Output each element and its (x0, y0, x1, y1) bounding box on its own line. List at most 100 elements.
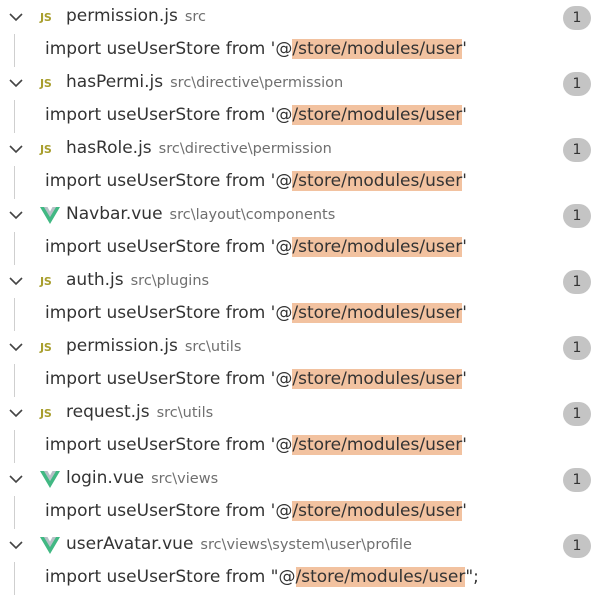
match-text: import useUserStore from '@/store/module… (45, 105, 467, 125)
file-name: permission.js src (66, 6, 206, 26)
file-result-row[interactable]: JS permission.js src 1 (0, 1, 612, 34)
match-line[interactable]: import useUserStore from '@/store/module… (0, 298, 612, 331)
match-text: import useUserStore from '@/store/module… (45, 501, 467, 521)
match-line[interactable]: import useUserStore from '@/store/module… (0, 364, 612, 397)
match-suffix: ' (462, 237, 467, 257)
file-result-row[interactable]: JS hasPermi.js src\directive\permission 1 (0, 67, 612, 100)
match-highlight: /store/modules/user (292, 39, 463, 59)
file-name: hasRole.js src\directive\permission (66, 138, 332, 158)
match-highlight: /store/modules/user (295, 567, 466, 587)
match-prefix: import useUserStore from "@ (45, 567, 296, 587)
match-line[interactable]: import useUserStore from '@/store/module… (0, 430, 612, 463)
vue-file-icon (40, 536, 60, 554)
match-count-badge: 1 (563, 6, 591, 30)
match-line[interactable]: import useUserStore from '@/store/module… (0, 232, 612, 265)
chevron-down-icon[interactable] (8, 405, 24, 421)
chevron-down-icon[interactable] (8, 273, 24, 289)
indent-guide (14, 100, 15, 133)
file-result-row[interactable]: JS auth.js src\plugins 1 (0, 265, 612, 298)
js-file-icon: JS (40, 340, 52, 354)
match-count-badge: 1 (563, 270, 591, 294)
match-highlight: /store/modules/user (292, 369, 463, 389)
chevron-down-icon[interactable] (8, 9, 24, 25)
match-line[interactable]: import useUserStore from "@/store/module… (0, 562, 612, 595)
chevron-down-icon[interactable] (8, 75, 24, 91)
match-line[interactable]: import useUserStore from '@/store/module… (0, 34, 612, 67)
indent-guide (14, 496, 15, 529)
match-count-badge: 1 (563, 534, 591, 558)
match-suffix: ' (462, 303, 467, 323)
file-name-text: userAvatar.vue (66, 534, 194, 554)
match-suffix: ' (462, 435, 467, 455)
indent-guide (14, 298, 15, 331)
match-text: import useUserStore from '@/store/module… (45, 39, 467, 59)
file-result-row[interactable]: userAvatar.vue src\views\system\user\prof… (0, 529, 612, 562)
match-count-badge: 1 (563, 402, 591, 426)
match-line[interactable]: import useUserStore from '@/store/module… (0, 496, 612, 529)
match-prefix: import useUserStore from '@ (45, 39, 293, 59)
match-highlight: /store/modules/user (292, 501, 463, 521)
vue-file-icon (40, 206, 60, 224)
match-highlight: /store/modules/user (292, 435, 463, 455)
file-result-row[interactable]: login.vue src\views 1 (0, 463, 612, 496)
match-suffix: ' (462, 501, 467, 521)
match-suffix: "; (465, 567, 479, 587)
file-result-row[interactable]: JS permission.js src\utils 1 (0, 331, 612, 364)
file-path: src\views\system\user\profile (200, 537, 412, 553)
match-text: import useUserStore from "@/store/module… (45, 567, 479, 587)
file-name-text: permission.js (66, 6, 178, 26)
match-count-badge: 1 (563, 468, 591, 492)
indent-guide (14, 430, 15, 463)
chevron-down-icon[interactable] (8, 141, 24, 157)
file-name: userAvatar.vue src\views\system\user\prof… (66, 534, 412, 554)
match-prefix: import useUserStore from '@ (45, 369, 293, 389)
file-name-text: hasPermi.js (66, 72, 164, 92)
chevron-down-icon[interactable] (8, 537, 24, 553)
indent-guide (14, 562, 15, 595)
file-name-text: login.vue (66, 468, 145, 488)
indent-guide (14, 232, 15, 265)
file-path: src\utils (184, 339, 242, 355)
chevron-down-icon[interactable] (8, 339, 24, 355)
file-name: hasPermi.js src\directive\permission (66, 72, 343, 92)
file-path: src\directive\permission (170, 75, 344, 91)
file-name: login.vue src\views (66, 468, 218, 488)
js-file-icon: JS (40, 274, 52, 288)
match-line[interactable]: import useUserStore from '@/store/module… (0, 166, 612, 199)
file-path: src\layout\components (169, 207, 336, 223)
match-highlight: /store/modules/user (292, 303, 463, 323)
file-name: permission.js src\utils (66, 336, 241, 356)
chevron-down-icon[interactable] (8, 471, 24, 487)
match-count-badge: 1 (563, 336, 591, 360)
match-count-badge: 1 (563, 72, 591, 96)
file-path: src\directive\permission (158, 141, 332, 157)
match-count-badge: 1 (563, 204, 591, 228)
file-result-row[interactable]: JS request.js src\utils 1 (0, 397, 612, 430)
match-count-badge: 1 (563, 138, 591, 162)
chevron-down-icon[interactable] (8, 207, 24, 223)
match-suffix: ' (462, 105, 467, 125)
file-name: Navbar.vue src\layout\components (66, 204, 335, 224)
file-name: request.js src\utils (66, 402, 213, 422)
file-name-text: hasRole.js (66, 138, 152, 158)
match-highlight: /store/modules/user (292, 105, 463, 125)
match-text: import useUserStore from '@/store/module… (45, 171, 467, 191)
match-highlight: /store/modules/user (292, 171, 463, 191)
file-path: src\plugins (130, 273, 210, 289)
match-text: import useUserStore from '@/store/module… (45, 369, 467, 389)
match-suffix: ' (462, 171, 467, 191)
file-name-text: request.js (66, 402, 150, 422)
file-name: auth.js src\plugins (66, 270, 209, 290)
file-result-row[interactable]: Navbar.vue src\layout\components 1 (0, 199, 612, 232)
file-name-text: permission.js (66, 336, 178, 356)
indent-guide (14, 166, 15, 199)
js-file-icon: JS (40, 76, 52, 90)
match-line[interactable]: import useUserStore from '@/store/module… (0, 100, 612, 133)
match-prefix: import useUserStore from '@ (45, 105, 293, 125)
file-path: src\views (151, 471, 219, 487)
vue-file-icon (40, 470, 60, 488)
match-prefix: import useUserStore from '@ (45, 303, 293, 323)
match-prefix: import useUserStore from '@ (45, 171, 293, 191)
file-result-row[interactable]: JS hasRole.js src\directive\permission 1 (0, 133, 612, 166)
match-text: import useUserStore from '@/store/module… (45, 435, 467, 455)
